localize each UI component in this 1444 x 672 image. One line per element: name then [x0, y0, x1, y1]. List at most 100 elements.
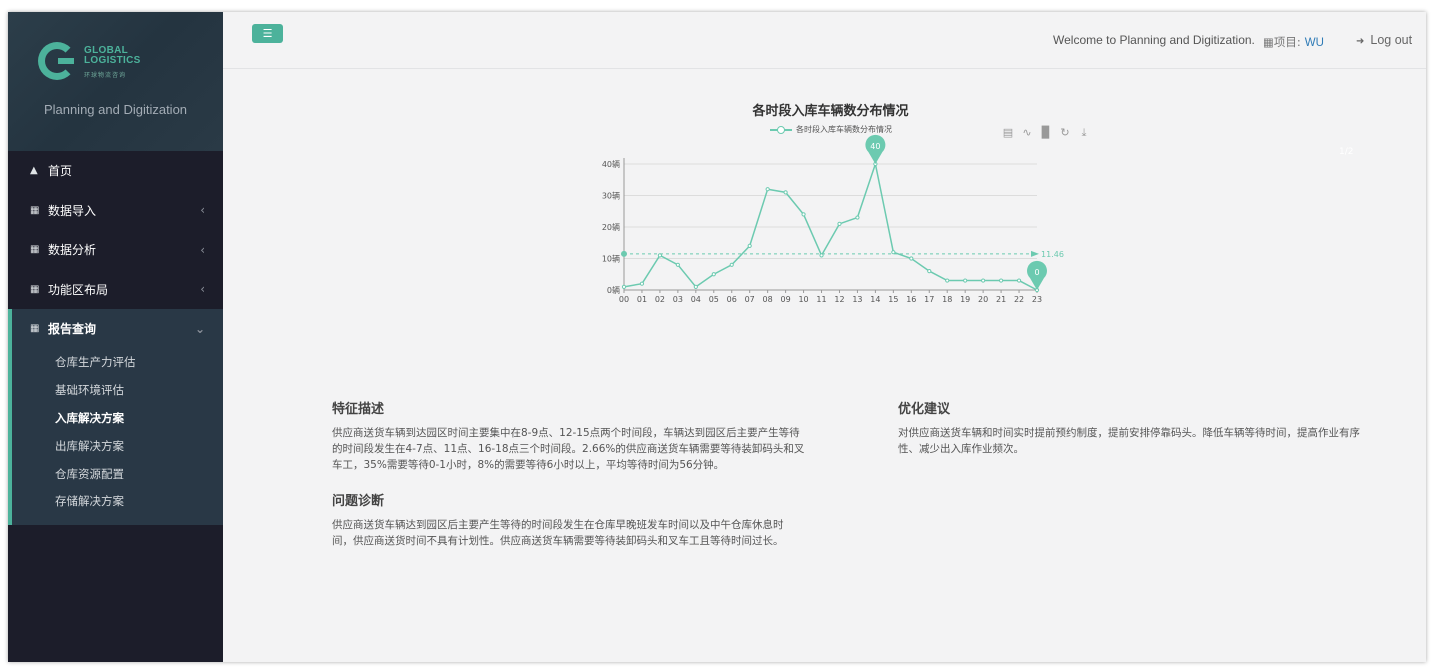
- x-tick-label: 21: [996, 295, 1006, 304]
- x-tick-label: 16: [906, 295, 916, 304]
- sidebar-subitem-storage[interactable]: 存储解决方案: [12, 487, 223, 515]
- data-point: [981, 278, 986, 283]
- project-indicator[interactable]: ▦项目: WU: [1263, 34, 1324, 50]
- sidebar-item-label: 报告查询: [48, 322, 97, 337]
- x-tick-label: 01: [637, 295, 647, 304]
- logout-button[interactable]: ➜ Log out: [1356, 33, 1412, 47]
- mark-line-start: [621, 250, 627, 257]
- chevron-left-icon: ‹: [200, 282, 205, 297]
- x-tick-label: 05: [709, 295, 719, 304]
- hamburger-icon: ☰: [262, 27, 273, 40]
- x-tick-label: 15: [888, 295, 898, 304]
- logo-text: GLOBAL LOGISTICS: [84, 45, 141, 66]
- data-point: [927, 269, 932, 274]
- features-section: 特征描述 供应商送货车辆到达园区时间主要集中在8-9点、12-15点两个时间段，…: [332, 398, 832, 473]
- x-tick-label: 12: [834, 295, 844, 304]
- x-tick-label: 20: [978, 295, 988, 304]
- chevron-down-icon: ⌄: [194, 321, 205, 336]
- data-point: [729, 262, 734, 267]
- mark-line-arrow: [1031, 250, 1039, 257]
- diagnosis-title: 问题诊断: [332, 494, 385, 509]
- sign-out-icon: ➜: [1356, 36, 1365, 47]
- data-point: [765, 187, 770, 192]
- brand-header: GLOBAL LOGISTICS 环球物流咨询 Planning and Dig…: [8, 12, 223, 151]
- sitemap-icon: ▦: [30, 283, 40, 295]
- data-point: [747, 243, 752, 248]
- x-tick-label: 14: [870, 295, 880, 304]
- chevron-left-icon: ‹: [200, 203, 205, 218]
- mark-point-label: 40: [870, 142, 880, 151]
- sidebar-item-label: 数据导入: [48, 203, 97, 218]
- sitemap-icon: ▦: [30, 204, 40, 216]
- x-tick-label: 03: [673, 295, 683, 304]
- sitemap-icon: ▦: [1263, 35, 1274, 49]
- sidebar-subitem-environment[interactable]: 基础环境评估: [12, 376, 223, 404]
- sidebar-subitem-inbound[interactable]: 入库解决方案: [12, 404, 223, 432]
- data-point: [675, 262, 680, 267]
- logo-subtitle: 环球物流咨询: [84, 72, 127, 79]
- data-point: [855, 215, 860, 220]
- x-tick-label: 07: [745, 295, 755, 304]
- sitemap-icon: ▦: [30, 244, 40, 256]
- advice-section: 优化建议 对供应商送货车辆和时间实时提前预约制度，提前安排停靠码头。降低车辆等待…: [898, 398, 1388, 457]
- project-label: 项目:: [1273, 35, 1301, 49]
- y-tick-label: 30辆: [602, 191, 620, 201]
- sidebar-item-data-import[interactable]: ▦ 数据导入 ‹: [8, 191, 223, 231]
- data-point: [783, 190, 788, 195]
- x-tick-label: 09: [781, 295, 791, 304]
- inbox-icon: ▲: [30, 165, 38, 177]
- menu-toggle-button[interactable]: ☰: [252, 24, 283, 43]
- data-point: [801, 212, 806, 217]
- sidebar-item-label: 功能区布局: [48, 282, 109, 297]
- sidebar-item-layout[interactable]: ▦ 功能区布局 ‹: [8, 270, 223, 310]
- sidebar-item-home[interactable]: ▲ 首页: [8, 151, 223, 191]
- sidebar: GLOBAL LOGISTICS 环球物流咨询 Planning and Dig…: [8, 12, 223, 662]
- data-point: [945, 278, 950, 283]
- sidebar-subitem-productivity[interactable]: 仓库生产力评估: [12, 349, 223, 377]
- sitemap-icon: ▦: [30, 323, 40, 335]
- app-window: GLOBAL LOGISTICS 环球物流咨询 Planning and Dig…: [8, 12, 1426, 662]
- brand-title: Planning and Digitization: [43, 102, 188, 117]
- x-tick-label: 19: [960, 295, 970, 304]
- mark-point-label: 0: [1034, 268, 1039, 277]
- x-tick-label: 08: [763, 295, 773, 304]
- x-tick-label: 11: [816, 295, 826, 304]
- data-point: [711, 272, 716, 277]
- y-tick-label: 0辆: [607, 285, 620, 295]
- top-bar: ☰ Welcome to Planning and Digitization. …: [223, 12, 1426, 69]
- line-chart: 0辆 10辆 20辆 30辆 40辆 00 01 02 03 04 05 06 07 08 09 10 11 12…: [602, 134, 1064, 304]
- sidebar-subitem-resources[interactable]: 仓库资源配置: [12, 460, 223, 488]
- project-value: WU: [1304, 37, 1324, 49]
- chevron-left-icon: ‹: [200, 242, 205, 257]
- sidebar-item-reports[interactable]: ▦ 报告查询 ⌄: [12, 309, 223, 349]
- main-content: 各时段入库车辆数分布情况 各时段入库车辆数分布情况 ▤ ∿ ▉ ↻ ⤓ 1/2 …: [276, 92, 1396, 662]
- sidebar-item-label: 数据分析: [48, 243, 97, 258]
- x-tick-label: 06: [727, 295, 737, 304]
- data-point: [963, 278, 968, 283]
- y-tick-label: 20辆: [602, 222, 620, 232]
- sidebar-subitem-outbound[interactable]: 出库解决方案: [12, 432, 223, 460]
- data-point: [693, 284, 698, 289]
- x-tick-label: 10: [798, 295, 808, 304]
- advice-body: 对供应商送货车辆和时间实时提前预约制度，提前安排停靠码头。降低车辆等待时间，提高…: [898, 427, 1360, 455]
- x-tick-label: 04: [691, 295, 701, 304]
- data-point: [639, 281, 645, 286]
- y-tick-label: 40辆: [602, 159, 620, 169]
- data-point: [837, 221, 842, 226]
- data-point: [909, 256, 914, 261]
- data-point: [998, 278, 1004, 283]
- sidebar-group-reports: ▦ 报告查询 ⌄ 仓库生产力评估 基础环境评估 入库解决方案 出库解决方案 仓库…: [8, 309, 223, 526]
- data-point: [621, 284, 627, 289]
- x-tick-label: 23: [1032, 295, 1042, 304]
- features-title: 特征描述: [332, 402, 385, 417]
- x-tick-label: 17: [924, 295, 934, 304]
- x-tick-label: 00: [619, 295, 629, 304]
- y-tick-label: 10辆: [602, 254, 620, 264]
- sidebar-item-data-analysis[interactable]: ▦ 数据分析 ‹: [8, 230, 223, 270]
- logout-label: Log out: [1370, 33, 1413, 47]
- data-point: [1016, 278, 1022, 283]
- features-body: 供应商送货车辆到达园区时间主要集中在8-9点、12-15点两个时间段，车辆达到园…: [332, 427, 805, 471]
- advice-title: 优化建议: [898, 402, 951, 417]
- data-point: [891, 250, 896, 255]
- x-tick-label: 22: [1014, 295, 1024, 304]
